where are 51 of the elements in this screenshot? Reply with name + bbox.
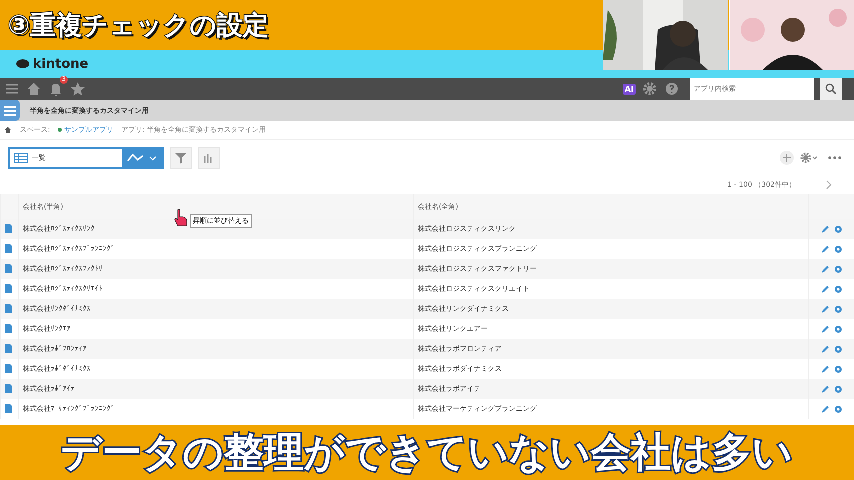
star-icon[interactable]: [70, 81, 86, 97]
cloud-icon: [16, 59, 30, 69]
document-icon[interactable]: [5, 244, 12, 252]
circle-icon[interactable]: [834, 286, 842, 292]
home-icon[interactable]: [4, 126, 12, 134]
settings-icon[interactable]: [800, 152, 818, 164]
more-icon[interactable]: [828, 156, 842, 160]
add-icon[interactable]: [780, 151, 794, 165]
next-page-icon[interactable]: [826, 180, 832, 190]
caption: データの整理ができていない会社は多い: [61, 429, 793, 478]
document-icon[interactable]: [5, 384, 12, 392]
document-icon[interactable]: [5, 264, 12, 272]
pencil-icon[interactable]: [822, 306, 828, 312]
hand-cursor-icon: [174, 209, 188, 227]
document-icon[interactable]: [5, 324, 12, 332]
document-icon[interactable]: [5, 224, 12, 232]
home-icon[interactable]: [26, 81, 42, 97]
brand-logo: kintone: [33, 56, 89, 72]
circle-icon[interactable]: [834, 326, 842, 332]
circle-icon[interactable]: [834, 246, 842, 252]
pencil-icon[interactable]: [822, 266, 828, 272]
circle-icon[interactable]: [834, 386, 842, 392]
video-title: ③重複チェックの設定: [8, 10, 270, 42]
document-icon[interactable]: [5, 404, 12, 412]
document-icon[interactable]: [5, 344, 12, 352]
pencil-icon[interactable]: [822, 406, 828, 412]
bar-chart-icon: [204, 153, 214, 163]
pencil-icon[interactable]: [822, 346, 828, 352]
pencil-icon[interactable]: [822, 326, 828, 332]
pencil-icon[interactable]: [822, 286, 828, 292]
circle-icon[interactable]: [834, 226, 842, 232]
search-icon: [825, 83, 837, 95]
circle-icon[interactable]: [834, 346, 842, 352]
app-list-icon[interactable]: [0, 100, 20, 121]
circle-icon[interactable]: [834, 366, 842, 372]
help-icon[interactable]: [664, 81, 680, 97]
document-icon[interactable]: [5, 364, 12, 372]
pencil-icon[interactable]: [822, 386, 828, 392]
filter-icon: [175, 152, 187, 164]
filter-button[interactable]: [170, 147, 192, 169]
document-icon[interactable]: [5, 304, 12, 312]
pencil-icon[interactable]: [822, 226, 828, 232]
settings-icon[interactable]: [642, 81, 658, 97]
chart-button[interactable]: [198, 147, 220, 169]
pencil-icon[interactable]: [822, 246, 828, 252]
circle-icon[interactable]: [834, 306, 842, 312]
circle-icon[interactable]: [834, 266, 842, 272]
circle-icon[interactable]: [834, 406, 842, 412]
ai-button[interactable]: AI: [622, 84, 636, 94]
pencil-icon[interactable]: [822, 366, 828, 372]
document-icon[interactable]: [5, 284, 12, 292]
